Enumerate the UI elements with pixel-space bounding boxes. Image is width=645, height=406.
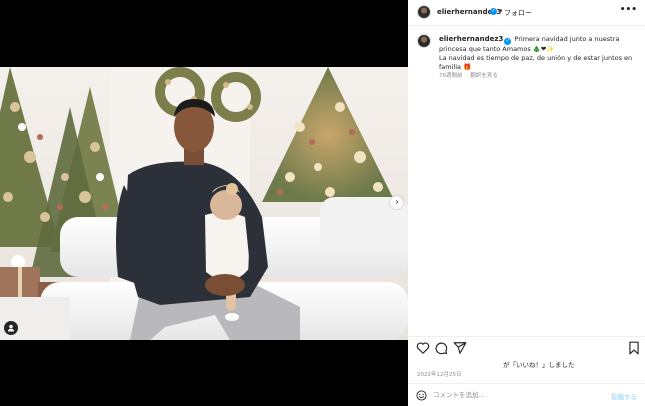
caption-meta: 76週間前 翻訳を見る [439,71,504,79]
heart-icon[interactable] [416,341,430,355]
caption-age: 76週間前 [439,73,463,79]
tagged-users-button[interactable] [4,321,18,335]
caption-block: elierhernandez3 ✓ Primera navidad junto a… [408,26,645,326]
post-side-panel: elierhernandez3 ✓ • フォロー ••• elierhernan… [408,0,645,406]
caption-username[interactable]: elierhernandez3 [439,35,503,43]
post-date[interactable]: 2022年12月25日 [417,370,462,378]
photo-illustration [0,67,408,340]
verified-badge-icon: ✓ [504,38,512,45]
chevron-right-icon: › [395,196,399,208]
follow-button[interactable]: フォロー [504,8,532,18]
post-comment-button[interactable]: 投稿する [611,391,637,401]
emoji-icon[interactable] [416,390,427,401]
caption-text: elierhernandez3 ✓ Primera navidad junto a… [439,35,639,72]
post-media-area: › [0,0,408,406]
avatar[interactable] [417,5,431,19]
comment-icon[interactable] [434,341,448,355]
comment-input[interactable] [433,388,608,402]
separator-dot: • [499,7,504,15]
translate-link[interactable]: 翻訳を見る [470,73,498,79]
caption-line-2: La navidad es tiempo de paz, de unión y … [439,54,633,71]
instagram-post-modal: › elierhernandez3 ✓ • フォロー ••• elierhern… [0,0,645,406]
post-photo[interactable]: › [0,67,408,340]
post-header: elierhernandez3 ✓ • フォロー ••• [408,0,645,26]
comment-bar: 投稿する [408,383,645,406]
next-photo-button[interactable]: › [390,196,403,209]
likes-text[interactable]: が「いいね！」しました [503,359,575,369]
bookmark-icon[interactable] [627,341,641,355]
post-actions [408,336,645,357]
more-options-icon[interactable]: ••• [620,5,637,15]
share-icon[interactable] [453,341,467,355]
caption-avatar[interactable] [417,34,431,48]
user-tag-icon [8,324,14,332]
verified-badge-icon: ✓ [490,8,497,15]
